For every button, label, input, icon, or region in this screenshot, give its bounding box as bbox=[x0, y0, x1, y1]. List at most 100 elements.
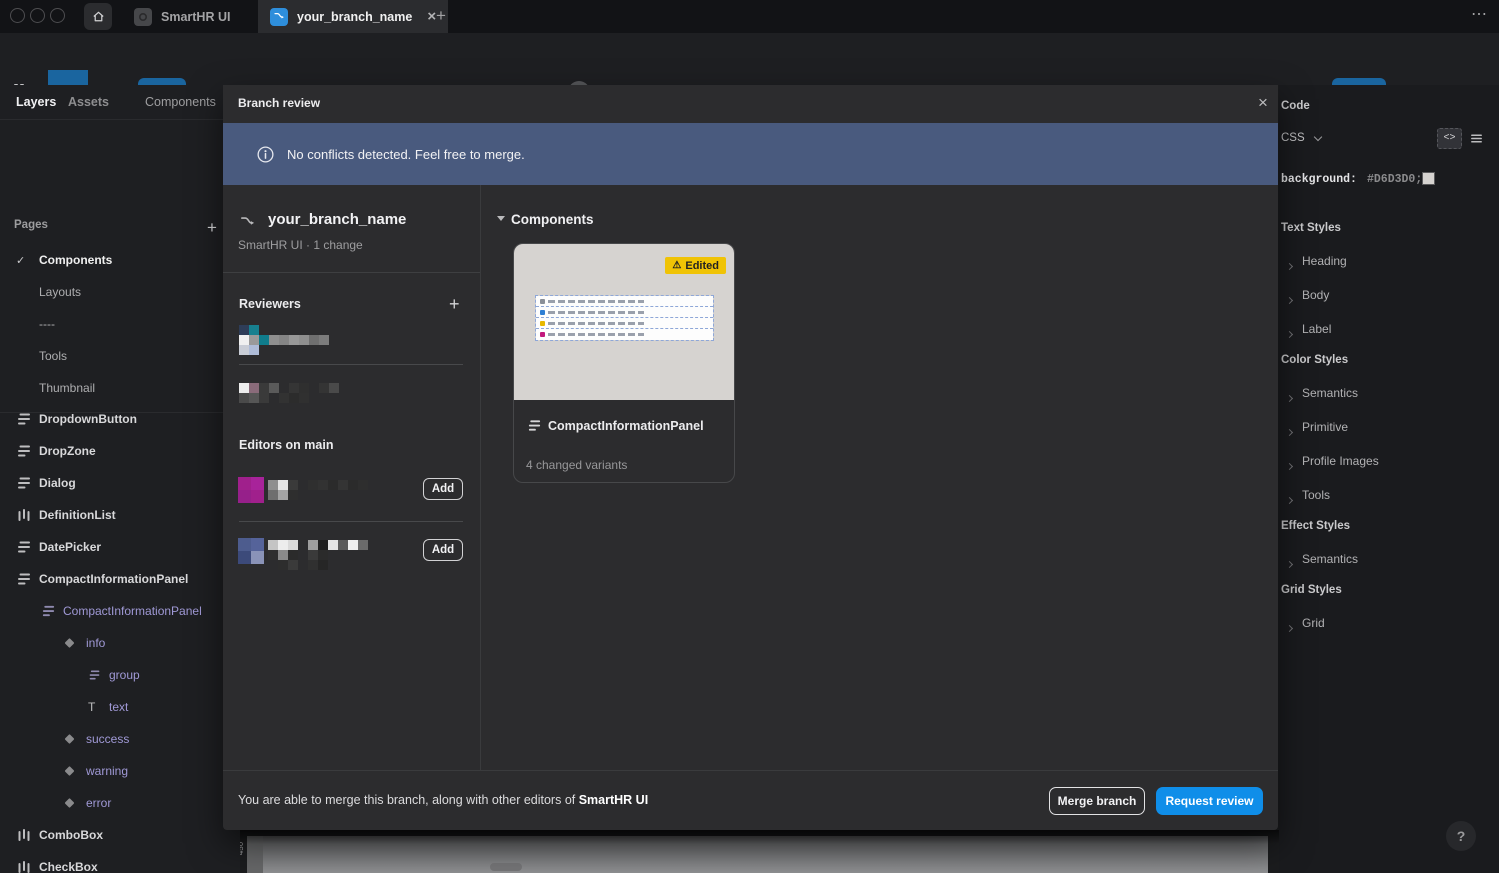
tab-layers[interactable]: Layers bbox=[16, 85, 56, 120]
layer-variant-error[interactable]: error bbox=[0, 787, 240, 819]
layer-variant-warning[interactable]: warning bbox=[0, 755, 240, 787]
canvas-scroll-pill[interactable] bbox=[490, 863, 522, 871]
page-selector[interactable]: Components bbox=[145, 85, 231, 120]
left-sidebar-header: Layers Assets Components bbox=[0, 85, 240, 120]
component-set-icon bbox=[16, 539, 32, 555]
css-color-swatch[interactable] bbox=[1422, 172, 1435, 185]
redacted-editor-2 bbox=[268, 540, 368, 570]
style-item-body[interactable]: Body bbox=[1302, 288, 1329, 302]
page-item-tools[interactable]: Tools bbox=[0, 342, 240, 370]
layer-dialog[interactable]: Dialog bbox=[0, 467, 240, 499]
reviewers-title: Reviewers bbox=[239, 297, 301, 311]
layer-combobox[interactable]: ComboBox bbox=[0, 819, 240, 851]
style-item-semantics[interactable]: Semantics bbox=[1302, 386, 1358, 400]
style-item-profile-images[interactable]: Profile Images bbox=[1302, 454, 1379, 468]
tab-assets[interactable]: Assets bbox=[68, 85, 109, 120]
figma-app-window: SmartHR UI your_branch_name × + ⋯ bbox=[0, 0, 1499, 873]
component-icon bbox=[88, 669, 101, 682]
merge-branch-button[interactable]: Merge branch bbox=[1049, 787, 1145, 815]
tab-label: your_branch_name bbox=[297, 10, 412, 24]
new-tab-button[interactable]: + bbox=[430, 5, 452, 27]
chevron-right-icon[interactable] bbox=[1287, 554, 1292, 572]
code-language-selector[interactable]: CSS bbox=[1281, 132, 1321, 144]
chevron-right-icon[interactable] bbox=[1287, 324, 1292, 342]
component-set-icon bbox=[16, 443, 32, 459]
page-item-thumbnail[interactable]: Thumbnail bbox=[0, 374, 240, 402]
style-item-tools[interactable]: Tools bbox=[1302, 488, 1330, 502]
page-item-components[interactable]: ✓ Components bbox=[0, 246, 240, 274]
add-editor-button[interactable]: Add bbox=[423, 539, 463, 561]
layer-dropzone[interactable]: DropZone bbox=[0, 435, 240, 467]
component-thumbnail: ⚠ Edited bbox=[514, 244, 734, 400]
right-sidebar: Code CSS <> background: #D6D3D0; Text St… bbox=[1279, 85, 1499, 873]
editor-avatar bbox=[238, 538, 264, 564]
chevron-right-icon[interactable] bbox=[1287, 422, 1292, 440]
window-overflow-icon[interactable]: ⋯ bbox=[1471, 4, 1489, 24]
layer-definitionlist[interactable]: DefinitionList bbox=[0, 499, 240, 531]
component-name: CompactInformationPanel bbox=[548, 419, 704, 433]
chevron-right-icon[interactable] bbox=[1287, 256, 1292, 274]
chevron-right-icon[interactable] bbox=[1287, 388, 1292, 406]
home-button[interactable] bbox=[84, 3, 112, 30]
layer-group[interactable]: group bbox=[0, 659, 240, 691]
layer-variant-success[interactable]: success bbox=[0, 723, 240, 755]
style-item-heading[interactable]: Heading bbox=[1302, 254, 1347, 268]
chevron-right-icon[interactable] bbox=[1287, 456, 1292, 474]
code-view-icon[interactable]: <> bbox=[1437, 128, 1462, 149]
layer-compactinformationpanel[interactable]: CompactInformationPanel bbox=[0, 563, 240, 595]
warning-icon: ⚠ bbox=[672, 260, 681, 271]
tab-your-branch-name[interactable]: your_branch_name × bbox=[258, 0, 448, 33]
add-editor-button[interactable]: Add bbox=[423, 478, 463, 500]
component-set-icon bbox=[16, 413, 32, 427]
canvas-area[interactable]: 450 bbox=[240, 830, 1279, 873]
traffic-light-zoom[interactable] bbox=[50, 8, 65, 23]
branch-name: your_branch_name bbox=[268, 211, 406, 228]
no-conflicts-banner: No conflicts detected. Feel free to merg… bbox=[223, 123, 1278, 185]
css-value[interactable]: #D6D3D0; bbox=[1367, 173, 1422, 186]
variants-icon bbox=[16, 507, 32, 523]
text-icon: T bbox=[88, 700, 95, 714]
style-item-grid[interactable]: Grid bbox=[1302, 616, 1325, 630]
diamond-icon bbox=[66, 768, 73, 775]
tab-smarthr-ui[interactable]: SmartHR UI bbox=[122, 0, 242, 33]
layer-datepicker[interactable]: DatePicker bbox=[0, 531, 240, 563]
layer-variant-info[interactable]: info bbox=[0, 627, 240, 659]
style-item-primitive[interactable]: Primitive bbox=[1302, 420, 1348, 434]
redacted-reviewer-1 bbox=[239, 325, 329, 355]
disclosure-triangle-icon[interactable] bbox=[497, 216, 505, 221]
chevron-right-icon[interactable] bbox=[1287, 490, 1292, 508]
thumbnail-row bbox=[536, 318, 713, 329]
component-change-card[interactable]: ⚠ Edited CompactInformationPanel 4 chang… bbox=[513, 243, 735, 483]
help-button[interactable]: ? bbox=[1446, 821, 1476, 851]
redacted-editor-1 bbox=[268, 480, 368, 500]
page-item-divider[interactable]: ---- bbox=[0, 310, 240, 338]
window-tab-bar: SmartHR UI your_branch_name × + ⋯ bbox=[0, 0, 1499, 33]
thumbnail-panel-rows bbox=[536, 296, 713, 340]
chevron-right-icon[interactable] bbox=[1287, 290, 1292, 308]
editor-avatar bbox=[238, 477, 264, 503]
divider bbox=[223, 272, 480, 273]
close-icon[interactable]: × bbox=[1251, 91, 1275, 115]
component-set-icon bbox=[527, 418, 542, 433]
traffic-light-close[interactable] bbox=[10, 8, 25, 23]
add-reviewer-button[interactable]: + bbox=[449, 294, 460, 315]
divider bbox=[239, 364, 463, 365]
section-effect-styles: Effect Styles bbox=[1281, 520, 1350, 532]
diamond-icon bbox=[66, 800, 73, 807]
code-list-icon[interactable] bbox=[1469, 131, 1484, 146]
css-property[interactable]: background: bbox=[1281, 173, 1357, 186]
component-set-icon bbox=[16, 475, 32, 491]
layer-checkbox[interactable]: CheckBox bbox=[0, 851, 240, 873]
style-item-effect-semantics[interactable]: Semantics bbox=[1302, 552, 1358, 566]
style-item-label[interactable]: Label bbox=[1302, 322, 1331, 336]
layer-text[interactable]: T text bbox=[0, 691, 240, 723]
page-item-layouts[interactable]: Layouts bbox=[0, 278, 240, 306]
pages-header: Pages bbox=[14, 219, 48, 231]
traffic-light-minimize[interactable] bbox=[30, 8, 45, 23]
layer-compactinformationpanel-component[interactable]: CompactInformationPanel bbox=[0, 595, 240, 627]
request-review-button[interactable]: Request review bbox=[1156, 787, 1263, 815]
chevron-down-icon bbox=[1314, 133, 1322, 141]
chevron-right-icon[interactable] bbox=[1287, 618, 1292, 636]
add-page-button[interactable]: + bbox=[207, 218, 217, 238]
layer-dropdownbutton[interactable]: DropdownButton bbox=[0, 413, 240, 435]
